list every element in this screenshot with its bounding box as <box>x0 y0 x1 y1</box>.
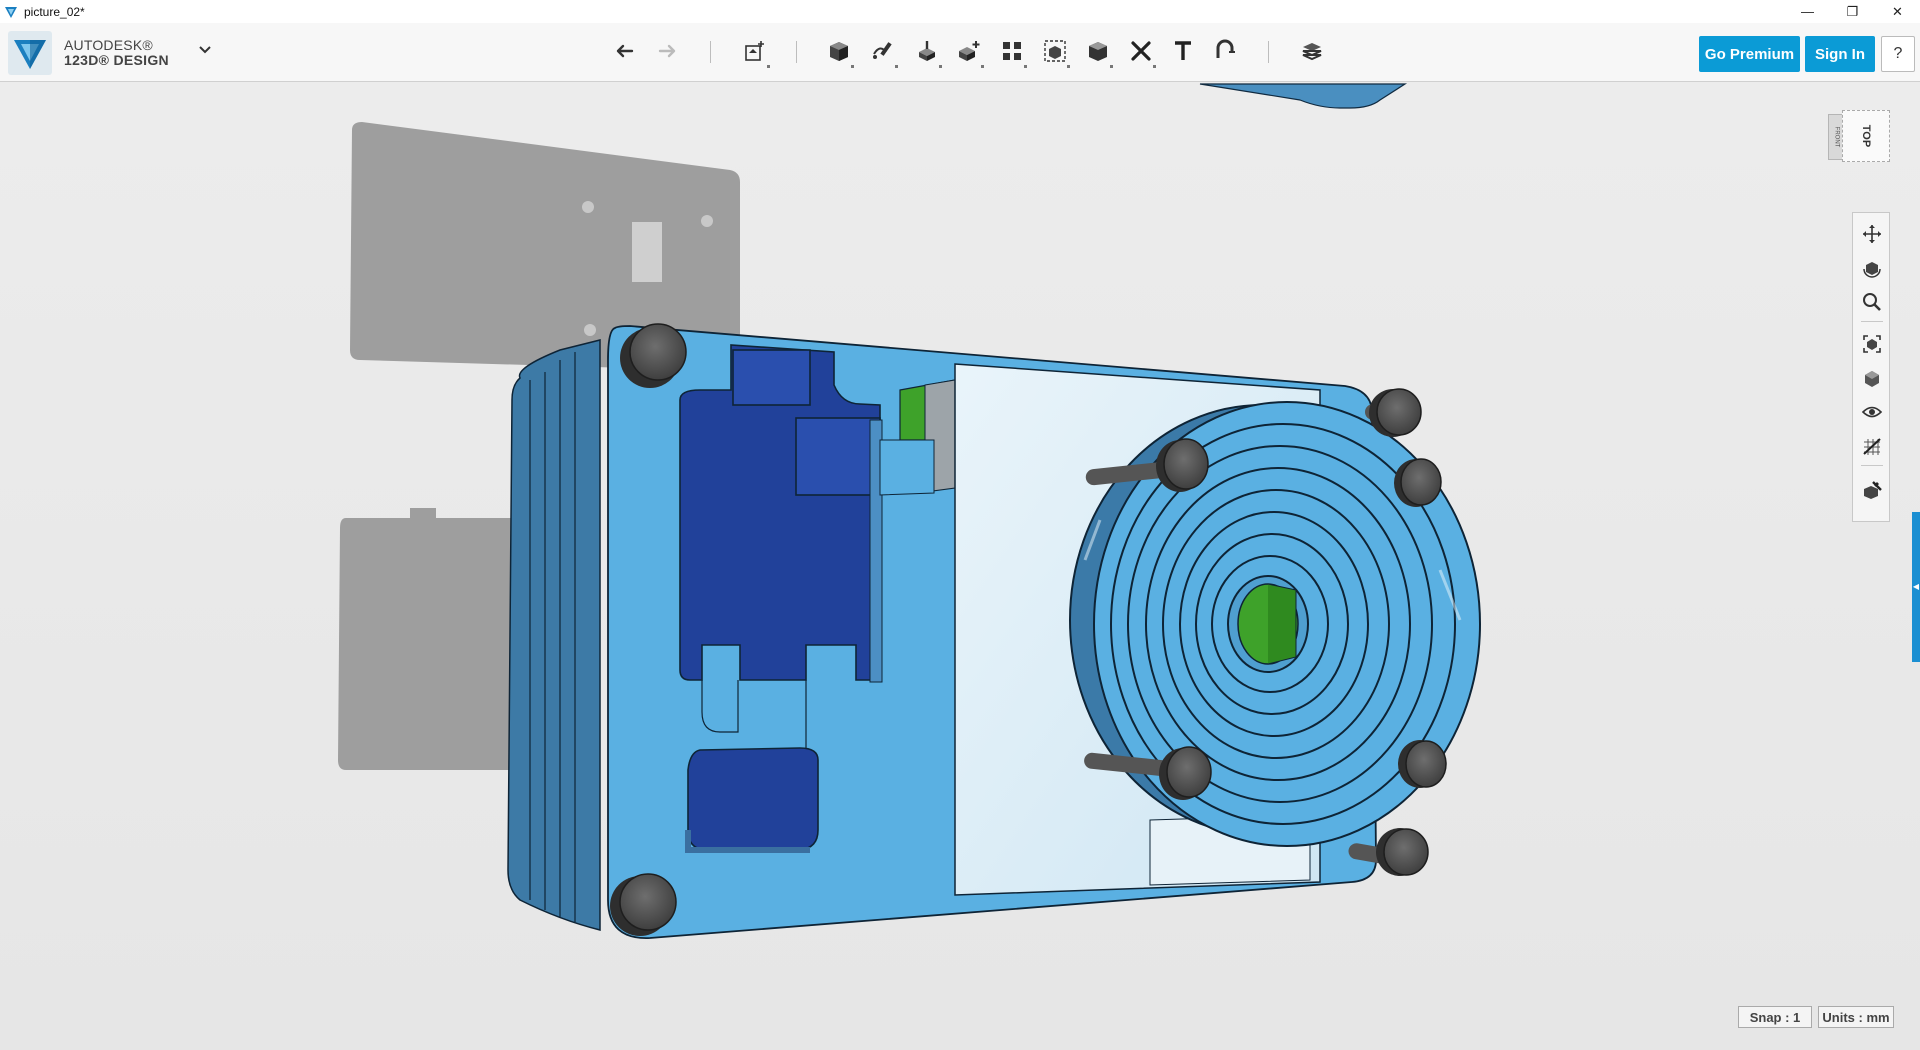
navigation-bar <box>1852 212 1890 522</box>
sign-in-button[interactable]: Sign In <box>1805 36 1875 72</box>
visibility-icon <box>1861 406 1883 418</box>
modify-icon <box>959 41 980 61</box>
knob <box>1159 746 1212 800</box>
window-controls: — ❐ ✕ <box>1785 0 1920 23</box>
snap-button[interactable] <box>1208 34 1242 68</box>
pattern-icon <box>1003 42 1021 60</box>
main-toolbar: AUTODESK® 123D® DESIGN Go Premium Sign I… <box>0 23 1920 82</box>
top-part-fragment <box>1199 83 1408 109</box>
autodesk-123d-logo-icon <box>8 31 52 75</box>
brand-line1: AUTODESK® <box>64 37 153 53</box>
app-window: picture_02* — ❐ ✕ AUTODESK® 123D® DESIGN <box>0 0 1920 1050</box>
units-indicator[interactable]: Units : mm <box>1818 1006 1894 1028</box>
redo-icon <box>658 44 676 58</box>
zoom-button[interactable] <box>1859 289 1885 315</box>
knob <box>1394 458 1442 507</box>
pan-icon <box>1863 225 1881 243</box>
close-button[interactable]: ✕ <box>1875 0 1920 23</box>
knob <box>1156 438 1209 492</box>
3d-viewport[interactable]: FRONT TOP <box>0 82 1920 1050</box>
sketch-icon <box>873 42 892 59</box>
transform-button[interactable] <box>738 34 772 68</box>
minimize-button[interactable]: — <box>1785 0 1830 23</box>
primitives-icon <box>830 42 848 61</box>
orbit-button[interactable] <box>1859 255 1885 281</box>
orbit-icon <box>1863 262 1881 278</box>
sketch-button[interactable] <box>866 34 900 68</box>
shadow-plate-bottom <box>338 508 520 770</box>
materials-button[interactable] <box>1295 34 1329 68</box>
undo-icon <box>616 44 634 58</box>
grid-button[interactable] <box>1859 433 1885 459</box>
views-button[interactable] <box>1859 365 1885 391</box>
toolbar-separator <box>710 41 711 63</box>
primitives-button[interactable] <box>822 34 856 68</box>
fit-button[interactable] <box>1859 331 1885 357</box>
3d-model-scene[interactable] <box>0 82 1920 1050</box>
redo-button[interactable] <box>650 34 684 68</box>
help-button[interactable]: ? <box>1881 36 1915 72</box>
view-cube[interactable]: FRONT TOP <box>1826 108 1894 166</box>
modify-button[interactable] <box>952 34 986 68</box>
construct-button[interactable] <box>910 34 944 68</box>
measure-icon <box>1131 41 1151 61</box>
fit-icon <box>1863 335 1881 353</box>
construct-icon <box>919 41 935 61</box>
knob <box>1369 388 1422 437</box>
visibility-button[interactable] <box>1859 399 1885 425</box>
nav-separator <box>1861 465 1883 466</box>
text-button[interactable] <box>1166 34 1200 68</box>
knob <box>1376 828 1429 876</box>
grouping-button[interactable] <box>1038 34 1072 68</box>
pattern-button[interactable] <box>995 34 1029 68</box>
materials-icon <box>1302 43 1322 61</box>
pan-button[interactable] <box>1859 221 1885 247</box>
grid-icon <box>1863 438 1881 455</box>
zoom-icon <box>1863 293 1881 311</box>
nav-separator <box>1861 321 1883 322</box>
chevron-left-icon[interactable]: ◀ <box>1912 580 1920 592</box>
material-toggle-button[interactable] <box>1859 477 1885 503</box>
title-bar: picture_02* — ❐ ✕ <box>0 0 1920 23</box>
combine-button[interactable] <box>1081 34 1115 68</box>
undo-button[interactable] <box>608 34 642 68</box>
knob <box>1398 740 1447 788</box>
toolbar-separator <box>1268 41 1269 63</box>
go-premium-button[interactable]: Go Premium <box>1699 36 1800 72</box>
text-icon <box>1175 41 1191 60</box>
app-brand[interactable]: AUTODESK® 123D® DESIGN <box>8 31 169 75</box>
app-icon <box>5 6 17 18</box>
view-cube-top-face[interactable]: TOP <box>1842 110 1890 162</box>
restore-button[interactable]: ❐ <box>1830 0 1875 23</box>
snap-indicator[interactable]: Snap : 1 <box>1738 1006 1812 1028</box>
combine-icon <box>1089 42 1107 61</box>
transform-icon <box>745 41 764 61</box>
grouping-icon <box>1044 40 1066 62</box>
chevron-down-icon[interactable] <box>196 41 214 59</box>
toolbar-separator <box>796 41 797 63</box>
measure-button[interactable] <box>1124 34 1158 68</box>
views-icon <box>1865 371 1879 387</box>
brand-text: AUTODESK® 123D® DESIGN <box>64 38 169 68</box>
window-title: picture_02* <box>24 4 85 19</box>
brand-line2: 123D® DESIGN <box>64 52 169 68</box>
material-toggle-icon <box>1864 481 1882 499</box>
snap-icon <box>1216 39 1235 58</box>
